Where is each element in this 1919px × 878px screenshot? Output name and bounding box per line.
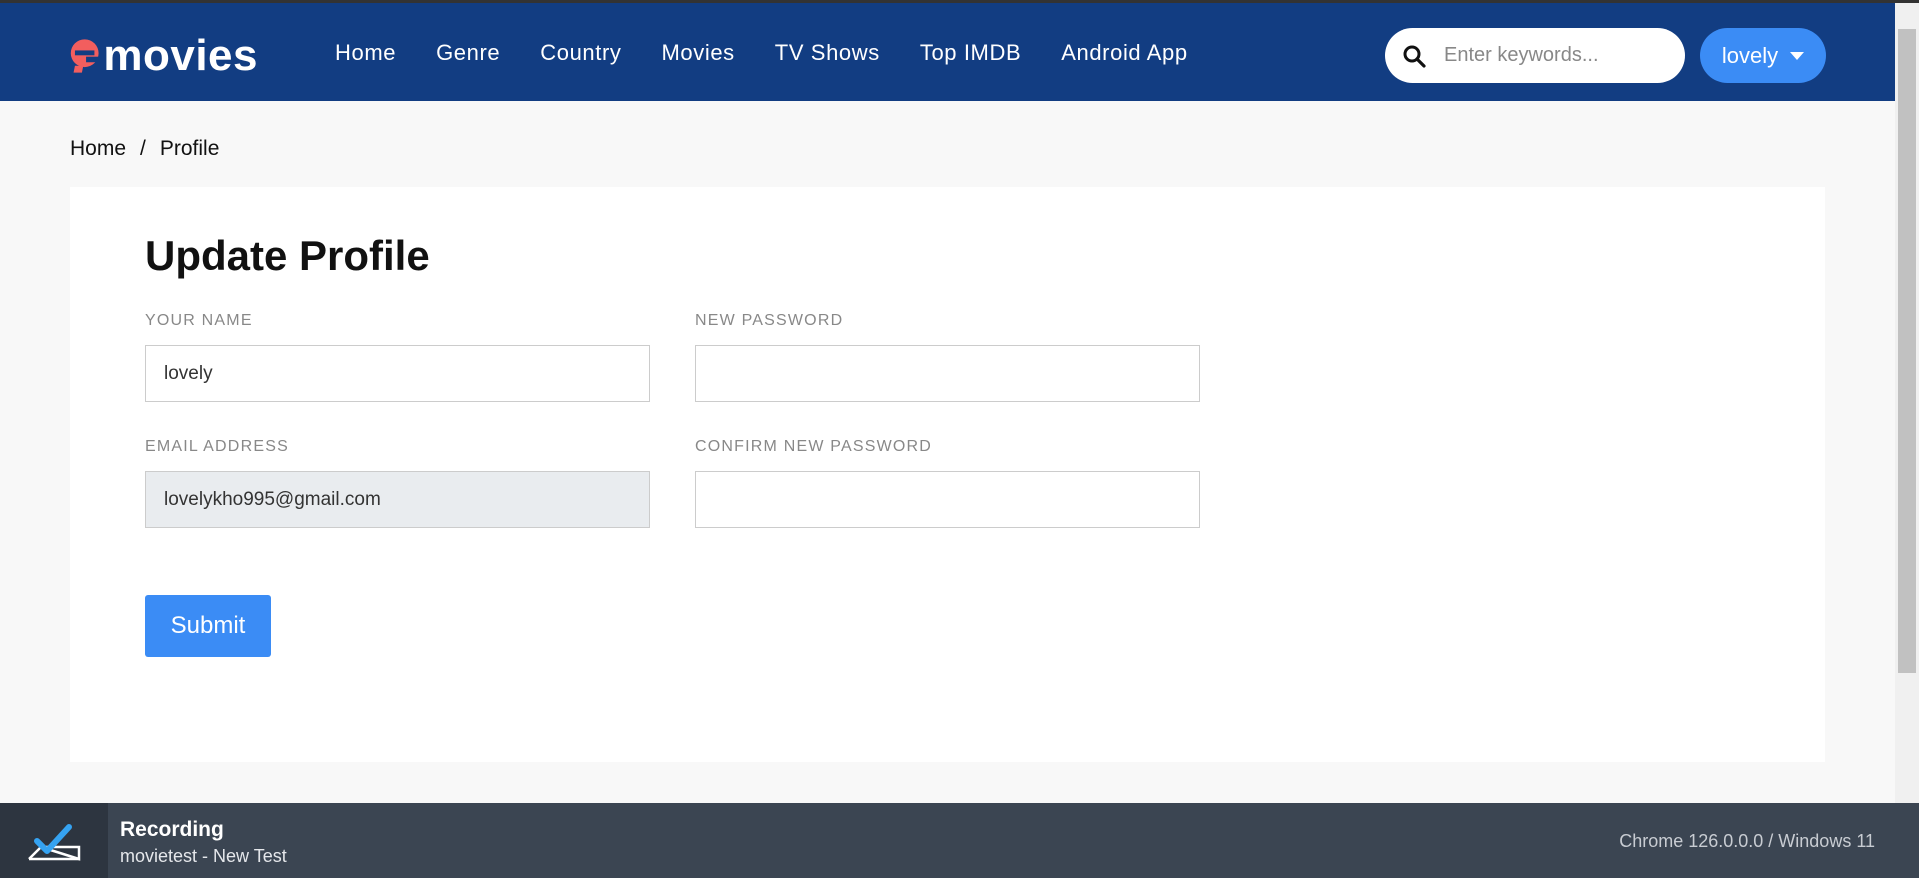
nav-country[interactable]: Country	[540, 33, 621, 73]
email-field	[145, 471, 650, 528]
site-header: movies Home Genre Country Movies TV Show…	[0, 3, 1895, 101]
profile-card: Update Profile YOUR NAME NEW PASSWORD EM…	[70, 187, 1825, 762]
recorder-logo	[0, 803, 108, 878]
name-label: YOUR NAME	[145, 312, 253, 329]
e-logo-icon	[70, 39, 99, 73]
breadcrumb-current: Profile	[159, 137, 220, 160]
brand-name: movies	[103, 31, 258, 80]
checkmark-icon	[28, 823, 81, 861]
page-scrollbar[interactable]	[1895, 3, 1919, 803]
confirm-password-field[interactable]	[695, 471, 1200, 528]
site-logo[interactable]: movies	[68, 29, 258, 83]
recorder-bar: Recording movietest - New Test Chrome 12…	[0, 803, 1919, 878]
nav-movies[interactable]: Movies	[661, 33, 734, 73]
name-field[interactable]	[145, 345, 650, 402]
new-password-field[interactable]	[695, 345, 1200, 402]
new-password-label: NEW PASSWORD	[695, 312, 844, 329]
browser-env-info: Chrome 126.0.0.0 / Windows 11	[1619, 831, 1875, 851]
user-menu-button[interactable]: lovely	[1700, 28, 1826, 83]
search-icon[interactable]	[1402, 44, 1426, 68]
main-nav: Home Genre Country Movies TV Shows Top I…	[335, 33, 1188, 73]
scrollbar-thumb[interactable]	[1898, 29, 1916, 673]
nav-home[interactable]: Home	[335, 33, 396, 73]
email-label: EMAIL ADDRESS	[145, 438, 289, 455]
search-input[interactable]	[1442, 43, 1676, 68]
nav-top-imdb[interactable]: Top IMDB	[920, 33, 1021, 73]
nav-genre[interactable]: Genre	[436, 33, 500, 73]
recorder-test-name: movietest - New Test	[120, 846, 287, 866]
breadcrumb: Home / Profile	[70, 137, 219, 161]
breadcrumb-separator: /	[140, 137, 146, 160]
recorder-title: Recording	[120, 818, 224, 841]
nav-tv-shows[interactable]: TV Shows	[775, 33, 880, 73]
confirm-password-label: CONFIRM NEW PASSWORD	[695, 438, 933, 455]
submit-button[interactable]: Submit	[145, 595, 271, 657]
page-title: Update Profile	[145, 232, 430, 279]
nav-android-app[interactable]: Android App	[1061, 33, 1187, 73]
search-box	[1385, 28, 1685, 83]
user-name: lovely	[1721, 42, 1779, 68]
breadcrumb-home[interactable]: Home	[70, 137, 126, 161]
chevron-down-icon	[1790, 51, 1805, 60]
